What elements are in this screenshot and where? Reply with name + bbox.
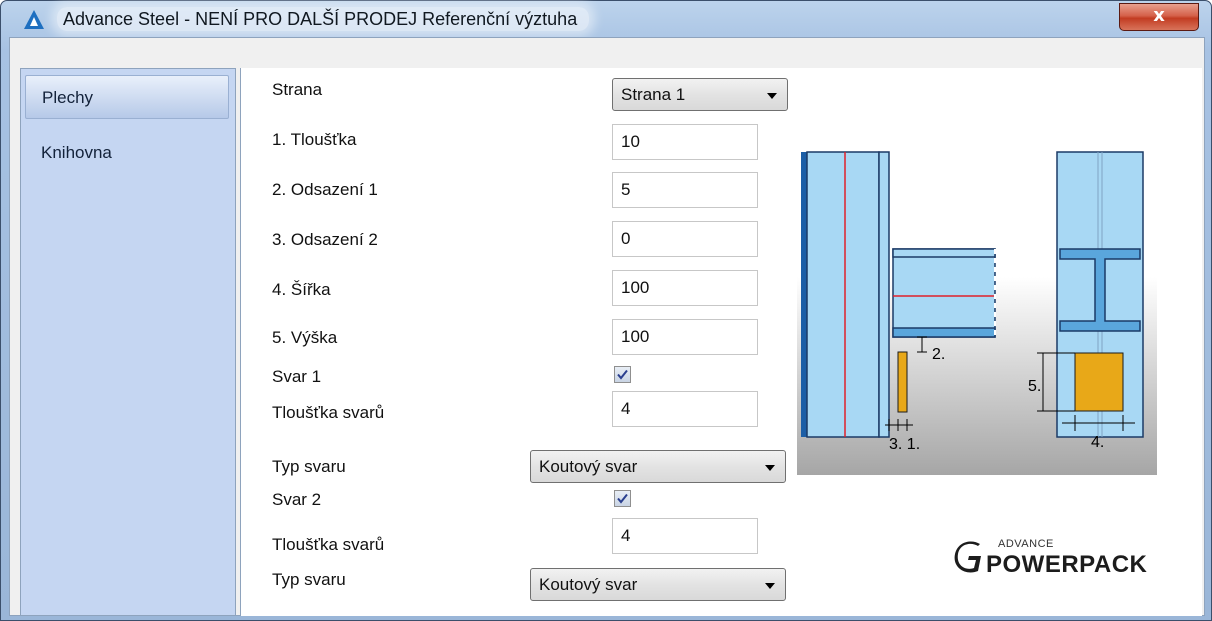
- offset2-input[interactable]: 0: [612, 221, 758, 257]
- logo-small-text: ADVANCE: [998, 538, 1054, 550]
- weld1-label: Svar 1: [272, 367, 322, 386]
- weld2-thickness-label: Tloušťka svarů: [272, 535, 385, 554]
- label-offset1: 2.: [932, 346, 945, 363]
- title-bar[interactable]: Advance Steel - NENÍ PRO DALŠÍ PRODEJ Re…: [1, 1, 1211, 37]
- weld1-type-value: Koutový svar: [539, 457, 638, 476]
- weld2-label: Svar 2: [272, 490, 322, 509]
- powerpack-logo-icon: [954, 541, 981, 573]
- offset1-label: 2. Odsazení 1: [272, 180, 378, 199]
- beam-top-flange: [892, 248, 996, 258]
- sidebar-item-label: Plechy: [42, 88, 94, 107]
- chevron-down-icon: [765, 583, 775, 589]
- beam-section: [892, 248, 996, 338]
- weld1-type-label: Typ svaru: [272, 457, 346, 476]
- stiffener-diagram: 2. 3. 1. 5. 4.: [797, 115, 1157, 475]
- weld2-checkbox[interactable]: [614, 490, 631, 507]
- weld1-checkbox[interactable]: [614, 366, 631, 383]
- width-label: 4. Šířka: [272, 280, 331, 299]
- checkmark-icon: [617, 369, 628, 380]
- stiffener-plate-front: [1074, 352, 1124, 412]
- label-width: 4.: [1091, 434, 1104, 451]
- weld1-type-select[interactable]: Koutový svar: [530, 450, 786, 483]
- beam-bottom-flange: [892, 327, 996, 338]
- advance-powerpack-logo: ADVANCE POWERPACK: [946, 534, 1158, 580]
- advance-steel-logo-icon: [24, 10, 44, 29]
- logo-big-text: POWERPACK: [986, 551, 1148, 578]
- weld2-thickness-input[interactable]: 4: [612, 518, 758, 554]
- chevron-down-icon: [767, 93, 777, 99]
- offset2-label: 3. Odsazení 2: [272, 230, 378, 249]
- width-input[interactable]: 100: [612, 270, 758, 306]
- weld2-type-label: Typ svaru: [272, 570, 346, 589]
- weld2-type-select[interactable]: Koutový svar: [530, 568, 786, 601]
- sidebar: Plechy Knihovna: [20, 68, 236, 616]
- checkmark-icon: [617, 493, 628, 504]
- column-flange-right: [878, 151, 890, 438]
- column-web-side: [806, 151, 880, 438]
- sidebar-item-plechy[interactable]: Plechy: [25, 75, 229, 119]
- label-height: 5.: [1028, 378, 1041, 395]
- chevron-down-icon: [765, 465, 775, 471]
- side-select-value: Strana 1: [621, 85, 686, 104]
- weld1-thickness-input[interactable]: 4: [612, 391, 758, 427]
- weld1-thickness-label: Tloušťka svarů: [272, 403, 385, 422]
- weld2-type-value: Koutový svar: [539, 575, 638, 594]
- height-label: 5. Výška: [272, 328, 338, 347]
- sidebar-item-label: Knihovna: [41, 143, 112, 162]
- close-button[interactable]: x: [1119, 3, 1199, 31]
- label-offset2-thickness: 3. 1.: [889, 436, 920, 453]
- thickness-input[interactable]: 10: [612, 124, 758, 160]
- offset1-input[interactable]: 5: [612, 172, 758, 208]
- window-title: Advance Steel - NENÍ PRO DALŠÍ PRODEJ Re…: [57, 7, 590, 31]
- stiffener-plate-side: [897, 351, 908, 413]
- height-input[interactable]: 100: [612, 319, 758, 355]
- thickness-label: 1. Tloušťka: [272, 130, 357, 149]
- side-select[interactable]: Strana 1: [612, 78, 788, 111]
- side-label: Strana: [272, 80, 323, 99]
- sidebar-item-knihovna[interactable]: Knihovna: [25, 131, 229, 175]
- column-flange-left: [801, 152, 807, 437]
